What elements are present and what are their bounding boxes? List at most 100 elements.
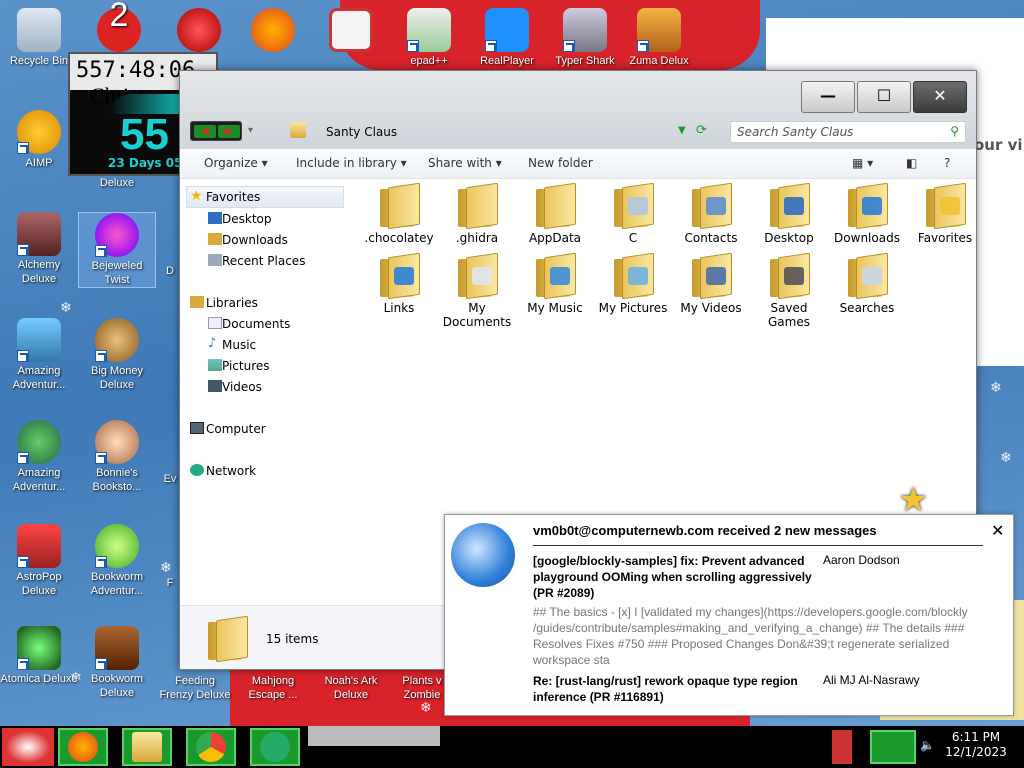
taskbar-explorer[interactable]	[122, 728, 172, 766]
desktop-icon-torii[interactable]	[312, 8, 390, 54]
desktop-icon-atomica[interactable]: Atomica Deluxe	[0, 626, 78, 686]
desktop-icon-bookworm-deluxe[interactable]: Bookworm Deluxe	[78, 626, 156, 700]
nav-computer[interactable]: Computer	[180, 420, 346, 438]
recent-pages-dropdown-icon[interactable]: ▾	[248, 125, 253, 136]
address-dropdown-icon[interactable]: ▼	[678, 125, 686, 136]
folder-item[interactable]: Desktop	[750, 182, 828, 245]
folder-icon	[532, 182, 578, 230]
folder-item[interactable]: .ghidra	[438, 182, 516, 245]
message-subject[interactable]: Re: [rust-lang/rust] rework opaque type …	[533, 673, 813, 705]
desktop-icon-label: Amazing Adventur...	[12, 365, 66, 391]
folder-item[interactable]: Links	[360, 252, 438, 315]
folder-item[interactable]: Contacts	[672, 182, 750, 245]
new-folder-button[interactable]: New folder	[528, 156, 593, 170]
nav-favorites[interactable]: ★ Favorites	[180, 188, 346, 206]
desktop-icon-firefox[interactable]	[234, 8, 312, 54]
gem-icon	[95, 213, 139, 257]
desktop-icon-big-money[interactable]: Big Money Deluxe	[78, 318, 156, 392]
mail-notification[interactable]: vm0b0t@computernewb.com received 2 new m…	[444, 514, 1014, 716]
nav-videos[interactable]: Videos	[180, 378, 346, 396]
refresh-icon[interactable]: ⟳	[696, 123, 707, 138]
desktop-icon-astropop[interactable]: AstroPop Deluxe	[0, 524, 78, 598]
folder-item[interactable]: My Pictures	[594, 252, 672, 315]
desktop-icon-feeding-frenzy[interactable]: Feeding Frenzy Deluxe	[158, 674, 232, 702]
view-options-icon[interactable]: ▦ ▾	[852, 156, 873, 170]
folder-item[interactable]: Saved Games	[750, 252, 828, 329]
close-notification-icon[interactable]: ✕	[991, 521, 1004, 541]
back-button[interactable]: ◀	[194, 125, 216, 138]
nav-label: Favorites	[206, 190, 261, 204]
folder-item[interactable]: .chocolatey	[360, 182, 438, 245]
desktop-icon-bookworm-adventures[interactable]: Bookworm Adventur...	[78, 524, 156, 598]
minimize-button[interactable]: —	[801, 81, 855, 113]
share-with-button[interactable]: Share with ▾	[428, 156, 502, 170]
notification-header: vm0b0t@computernewb.com received 2 new m…	[533, 523, 877, 538]
preview-pane-icon[interactable]: ◧	[906, 156, 917, 170]
desktop-icon-bejeweled[interactable]: Bejeweled Twist	[78, 212, 156, 288]
close-button[interactable]: ✕	[913, 81, 967, 113]
nav-pictures[interactable]: Pictures	[180, 357, 346, 375]
folder-label: Desktop	[764, 231, 814, 245]
maximize-button[interactable]: ☐	[857, 81, 911, 113]
folder-item[interactable]: AppData	[516, 182, 594, 245]
organize-button[interactable]: Organize ▾	[204, 156, 268, 170]
folder-item[interactable]: Favorites	[906, 182, 984, 245]
nav-desktop[interactable]: Desktop	[180, 210, 346, 228]
desktop-icon-realplayer[interactable]: RealPlayer	[468, 8, 546, 68]
desktop-icon-amazing-adventures[interactable]: Amazing Adventur...	[0, 318, 78, 392]
help-icon[interactable]: ?	[944, 156, 950, 170]
desktop-icon-alchemy[interactable]: Alchemy Deluxe	[0, 212, 78, 286]
desktop-icon-app[interactable]	[160, 8, 238, 54]
nav-recent-places[interactable]: Recent Places	[180, 252, 346, 270]
nav-documents[interactable]: Documents	[180, 315, 346, 333]
folder-item[interactable]: C	[594, 182, 672, 245]
folder-item[interactable]: My Videos	[672, 252, 750, 315]
system-clock[interactable]: 6:11 PM 12/1/2023	[944, 730, 1008, 760]
volume-icon[interactable]: 🔈	[920, 738, 935, 752]
torii-icon	[329, 8, 373, 52]
tray-notification-icon[interactable]	[870, 730, 916, 764]
desktop-icon-label: epad++	[410, 55, 448, 67]
nav-downloads[interactable]: Downloads	[180, 231, 346, 249]
desktop-icon-bonnies-bookstore[interactable]: Bonnie's Booksto...	[78, 420, 156, 494]
desktop-icon-recycle-bin[interactable]: Recycle Bin	[0, 8, 78, 68]
taskbar-chrome[interactable]	[186, 728, 236, 766]
tray-icon[interactable]	[832, 730, 852, 764]
desktop-icon-plants-vs-zombies[interactable]: Plants v Zombie	[392, 674, 452, 702]
countdown-big-number: 55	[120, 110, 169, 159]
nav-libraries[interactable]: Libraries	[180, 294, 346, 312]
folder-item[interactable]: Downloads	[828, 182, 906, 245]
folder-item[interactable]: My Documents	[438, 252, 516, 329]
desktop-icon-typer-shark[interactable]: Typer Shark	[546, 8, 624, 68]
nav-buttons: ◀ ▶	[190, 121, 242, 141]
desktop-icon-zuma[interactable]: Zuma Delux	[620, 8, 698, 68]
taskbar-christmas-tree[interactable]	[250, 728, 300, 766]
address-bar[interactable]: Santy Claus ▼ ⟳	[286, 121, 716, 143]
folder-item[interactable]: My Music	[516, 252, 594, 315]
forward-button[interactable]: ▶	[218, 125, 240, 138]
astropop-icon	[17, 524, 61, 568]
folder-icon	[610, 252, 656, 300]
nav-label: Videos	[222, 380, 262, 394]
pictures-icon	[208, 359, 222, 371]
desktop-icon-mahjong[interactable]: Mahjong Escape ...	[236, 674, 310, 702]
desktop-icon-app[interactable]: 2	[80, 0, 158, 54]
start-button[interactable]	[2, 728, 54, 766]
taskbar-item[interactable]	[308, 726, 440, 746]
folder-item[interactable]: Searches	[828, 252, 906, 315]
taskbar-firefox[interactable]	[58, 728, 108, 766]
message-subject[interactable]: [google/blockly-samples] fix: Prevent ad…	[533, 553, 813, 601]
realplayer-icon	[485, 8, 529, 52]
desktop-icon-aimp[interactable]: AIMP	[0, 110, 78, 170]
desktop-icon-notepad-plus[interactable]: epad++	[390, 8, 468, 68]
desktop-icon-amazing-adventures-2[interactable]: Amazing Adventur...	[0, 420, 78, 494]
nav-music[interactable]: ♪ Music	[180, 336, 346, 354]
desktop-icon-noahs-ark[interactable]: Noah's Ark Deluxe	[314, 674, 388, 702]
explorer-titlebar[interactable]: — ☐ ✕ ◀ ▶ ▾ Santy Claus ▼ ⟳ Search Santy…	[180, 71, 976, 149]
contacts-emblem-icon	[706, 197, 726, 215]
nav-network[interactable]: Network	[180, 462, 346, 480]
include-in-library-button[interactable]: Include in library ▾	[296, 156, 407, 170]
wizard-icon	[17, 212, 61, 256]
folder-label: My Videos	[680, 301, 742, 315]
search-input[interactable]: Search Santy Claus ⚲	[730, 121, 966, 143]
